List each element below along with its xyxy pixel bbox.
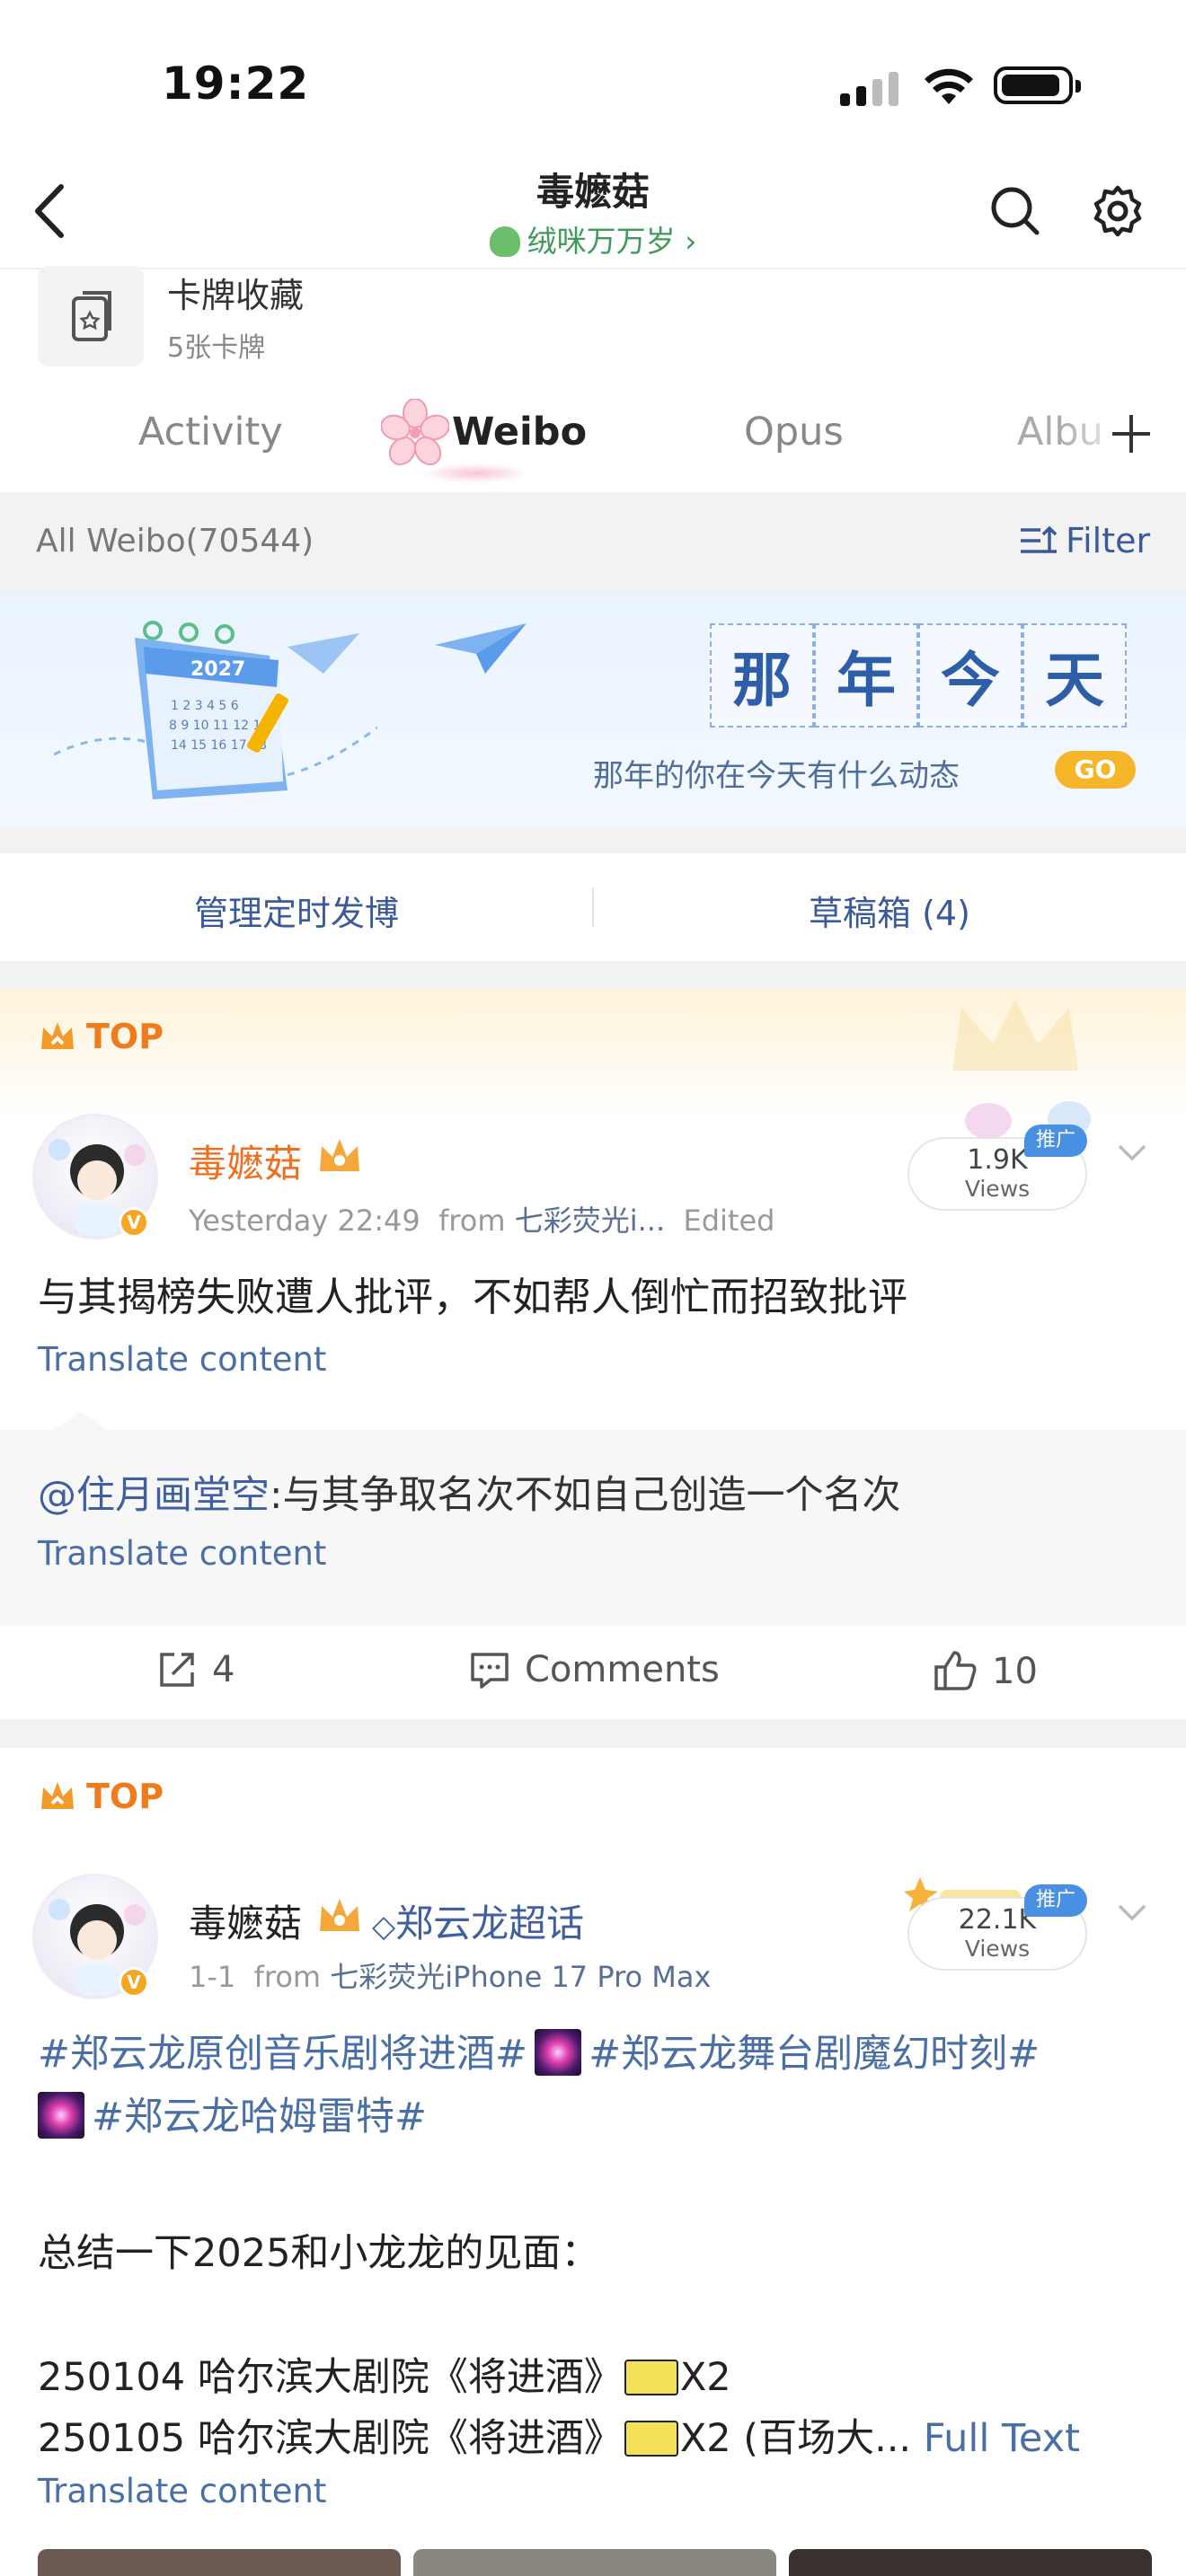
post1-more-chevron-icon[interactable] [1114,1134,1150,1169]
all-weibo-count: All Weibo(70544) [36,523,314,560]
calendar-illustration: 2027 1 2 3 4 5 6 8 9 10 11 12 13 14 15 1… [54,621,377,799]
post1-source[interactable]: 七彩荧光i... [515,1204,665,1238]
post2-image-thumb-3[interactable] [789,2549,1152,2576]
post2-meta: 1-1 from 七彩荧光iPhone 17 Pro Max [189,1960,712,1994]
section-gap [0,961,1186,990]
cat-icon [489,226,520,257]
card-collection-title[interactable]: 卡牌收藏 [167,268,304,317]
section-gap [0,1719,1186,1748]
ticket-icon [624,2421,678,2457]
scheduled-posts-button[interactable]: 管理定时发博 [0,886,593,935]
crown-watermark-icon [952,999,1078,1071]
post1-promo-badge: 推广 [1024,1125,1087,1157]
banner-char-3: 今 [918,623,1022,728]
post2-summary: 总结一下2025和小龙龙的见面： [38,2231,600,2276]
post2-top-label: TOP [38,1777,164,1816]
banner-caption: 那年的你在今天有什么动态 [593,758,960,794]
wifi-icon [925,68,973,104]
post1-repost-text: @住月画堂空:与其争取名次不如自己创造一个名次 [38,1473,901,1518]
thumbs-up-icon [934,1651,977,1690]
post1-username[interactable]: 毒嬷菇 [189,1134,302,1188]
tab-opus[interactable]: Opus [744,410,844,454]
filter-label: Filter [1066,521,1151,560]
hashtag-1[interactable]: #郑云龙原创音乐剧将进酒# [38,2032,527,2077]
tab-weibo[interactable]: Weibo [452,410,587,454]
repost-mention[interactable]: @住月画堂空 [38,1473,270,1518]
post2-image-thumb-1[interactable] [38,2549,401,2576]
cherry-blossom-icon [380,398,450,467]
post1-time: Yesterday 22:49 [189,1204,420,1238]
banner-char-2: 年 [814,623,918,728]
hashtag-2[interactable]: #郑云龙舞台剧魔幻时刻# [589,2032,1040,2077]
svg-text:8 9 10 11 12 13: 8 9 10 11 12 13 [169,719,269,733]
post2-promo-badge: 推广 [1024,1884,1087,1917]
post2-line1: 250104 哈尔滨大剧院《将进酒》 X2 [38,2355,731,2400]
full-text-link[interactable]: Full Text [924,2416,1080,2461]
post2-hashtags: #郑云龙原创音乐剧将进酒# #郑云龙舞台剧魔幻时刻# #郑云龙哈姆雷特# [38,2023,1152,2148]
battery-icon [994,66,1081,104]
on-this-day-banner[interactable]: 2027 1 2 3 4 5 6 8 9 10 11 12 13 14 15 1… [0,591,1186,826]
repost-icon [160,1653,194,1687]
crown-icon [41,1782,74,1809]
crown-icon [41,1022,74,1049]
sparkle-emoji-icon [535,2029,582,2076]
sparkle-emoji-icon [38,2092,84,2139]
post1-translate-link[interactable]: Translate content [38,1340,326,1379]
post2-line2: 250105 哈尔滨大剧院《将进酒》 X2 (百场大... Full Text [38,2416,1080,2461]
hashtag-3[interactable]: #郑云龙哈姆雷特# [92,2095,427,2139]
drafts-button[interactable]: 草稿箱 (4) [593,886,1186,935]
add-tab-icon[interactable] [1109,411,1154,456]
card-collection-icon[interactable] [38,266,144,366]
verified-badge-icon: V [119,1207,149,1238]
post1-top-label: TOP [38,1017,164,1056]
post1-edited: Edited [683,1204,775,1238]
gear-icon[interactable] [1091,184,1145,238]
section-gap [0,826,1186,853]
post1-repost-button[interactable]: 4 [156,1649,235,1690]
filter-button[interactable]: Filter [1019,521,1150,560]
post1-repost-translate-link[interactable]: Translate content [38,1534,326,1573]
post2-translate-link[interactable]: Translate content [38,2472,326,2510]
comment-icon [471,1653,509,1689]
banner-char-4: 天 [1022,623,1127,728]
post2-username[interactable]: 毒嬷菇 [189,1893,302,1948]
tab-activity[interactable]: Activity [138,410,283,454]
tab-active-indicator [422,463,530,483]
banner-go-button[interactable]: GO [1055,751,1136,789]
post2-time: 1-1 [189,1960,236,1994]
svg-text:1 2 3 4 5 6: 1 2 3 4 5 6 [171,699,239,713]
post2-supertopic-link[interactable]: ◇郑云龙超话 [372,1893,584,1948]
post1-text: 与其揭榜失败遭人批评，不如帮人倒忙而招致批评 [38,1275,907,1320]
post1-meta: Yesterday 22:49 from 七彩荧光i... Edited [189,1204,775,1238]
calendar-year: 2027 [190,658,245,681]
post1-like-button[interactable]: 10 [933,1649,1038,1694]
post2-more-chevron-icon[interactable] [1114,1893,1150,1929]
status-time: 19:22 [162,57,310,110]
search-icon[interactable] [988,184,1042,238]
paper-plane-icon [435,623,527,674]
post2-image-thumb-2[interactable] [413,2549,776,2576]
member-crown-badge-icon [316,1895,363,1936]
repost-pointer [54,1412,108,1430]
subtitle-text: 绒咪万万岁 › [527,224,697,259]
filter-icon [1021,525,1058,553]
diamond-icon: ◇ [372,1909,396,1945]
post2-source[interactable]: 七彩荧光iPhone 17 Pro Max [330,1960,711,1994]
post1-comments-button[interactable]: Comments [469,1649,720,1690]
cellular-signal-icon [840,72,903,106]
banner-char-1: 那 [710,623,814,728]
post1-repost-box[interactable] [0,1430,1186,1626]
ticket-icon [624,2360,678,2395]
card-collection-count: 5张卡牌 [167,332,266,364]
member-crown-badge-icon [316,1135,363,1177]
verified-badge-icon: V [119,1967,149,1998]
